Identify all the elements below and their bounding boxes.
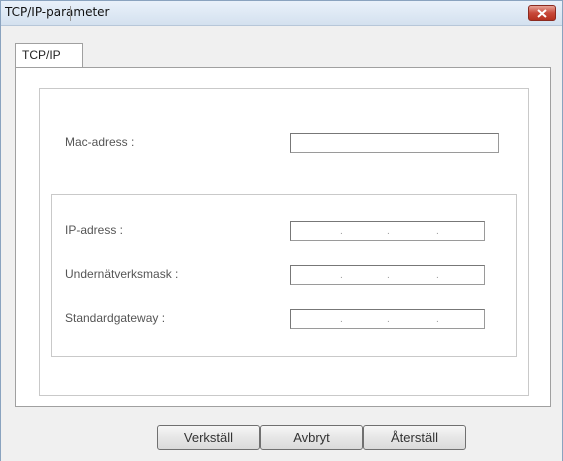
tab-label: TCP/IP [22,48,61,62]
gateway-dot-2: . [387,314,390,325]
tab-tcpip[interactable]: TCP/IP [15,43,83,67]
mac-address-label: Mac-adress : [65,135,135,149]
subnet-dot-1: . [340,270,343,281]
subnet-mask-field[interactable]: . . . [290,265,485,285]
close-button[interactable] [528,5,556,21]
gateway-label: Standardgateway : [65,311,166,325]
window-title: TCP/IP-parameter [5,5,110,19]
dialog-window: TCP/IP-parameter TCP/IP Mac-adress : IP-… [0,0,563,461]
ip-dot-3: . [436,226,439,237]
ip-address-field[interactable]: . . . [290,221,485,241]
subnet-dot-3: . [436,270,439,281]
gateway-field[interactable]: . . . [290,309,485,329]
mac-address-field[interactable] [290,133,499,153]
gateway-dot-3: . [436,314,439,325]
gateway-dot-1: . [340,314,343,325]
ip-dot-1: . [340,226,343,237]
apply-button[interactable]: Verkställ [157,425,260,450]
tab-divider [70,6,71,21]
ip-address-label: IP-adress : [65,223,124,237]
reset-button[interactable]: Återställ [363,425,466,450]
subnet-dot-2: . [387,270,390,281]
ip-dot-2: . [387,226,390,237]
title-bar[interactable]: TCP/IP-parameter [1,1,562,26]
subnet-mask-label: Undernätverksmask : [65,267,179,281]
cancel-button[interactable]: Avbryt [260,425,363,450]
close-icon [537,9,547,18]
